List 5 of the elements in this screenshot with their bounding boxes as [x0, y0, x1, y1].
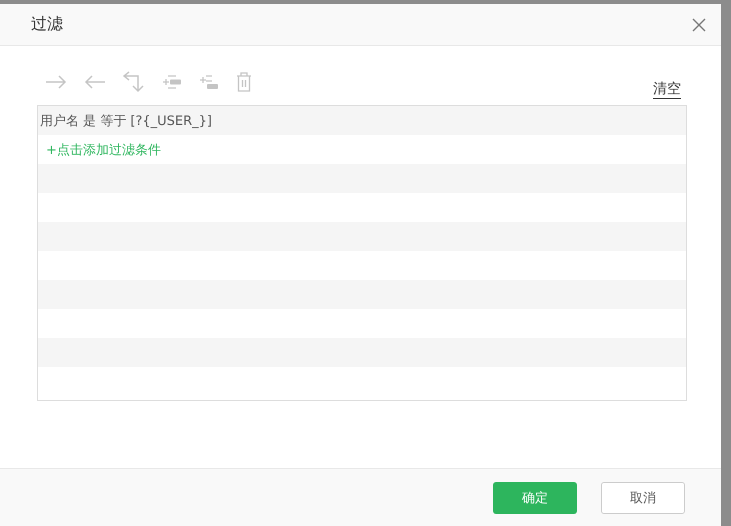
cancel-button[interactable]: 取消	[601, 482, 685, 514]
filter-condition[interactable]: 用户名 是 等于 [?{_USER_}]	[40, 112, 212, 130]
dialog-title: 过滤	[31, 14, 63, 35]
close-icon[interactable]	[692, 18, 706, 32]
clear-link[interactable]: 清空	[653, 80, 681, 99]
